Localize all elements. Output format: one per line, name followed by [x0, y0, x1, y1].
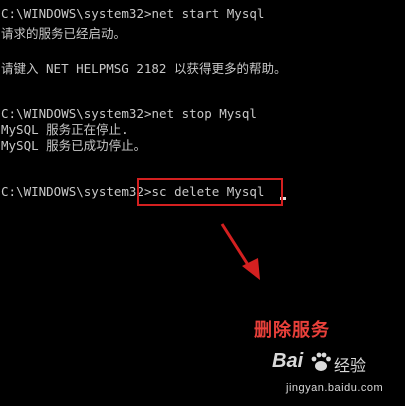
watermark-brand: Bai: [272, 350, 304, 372]
console-line-8: MySQL 服务正在停止.: [1, 122, 129, 137]
annotation-label: 删除服务: [254, 320, 330, 341]
baidu-watermark: Bai 经验 jingyan.baidu.com: [272, 350, 402, 402]
console-line-4: 请键入 NET HELPMSG 2182 以获得更多的帮助。: [1, 61, 287, 76]
paw-icon: [311, 352, 331, 371]
console-line-9: MySQL 服务已成功停止。: [1, 138, 147, 153]
console-line-2: 请求的服务已经启动。: [1, 26, 127, 41]
watermark-brand-suffix: 经验: [334, 356, 367, 375]
highlight-box: [137, 178, 283, 206]
console-line-1: C:\WINDOWS\system32>net start Mysql: [1, 6, 265, 21]
console-window: C:\WINDOWS\system32>net start Mysql 请求的服…: [0, 0, 405, 406]
console-line-7: C:\WINDOWS\system32>net stop Mysql: [1, 106, 257, 121]
arrow-icon: [220, 223, 260, 280]
watermark-url: jingyan.baidu.com: [286, 382, 384, 394]
